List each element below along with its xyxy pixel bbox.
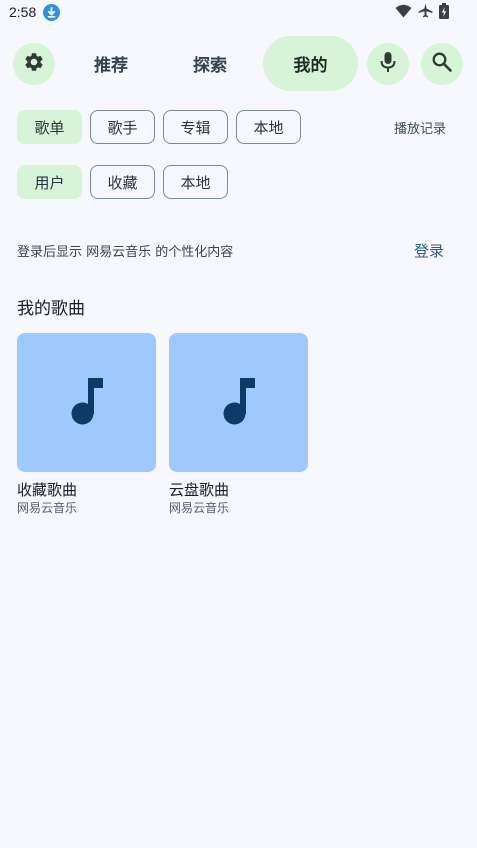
status-bar: 2:58 — [0, 0, 477, 26]
tab-explore[interactable]: 探索 — [168, 36, 252, 91]
airplane-icon — [418, 3, 433, 22]
chip-local-2[interactable]: 本地 — [163, 165, 228, 199]
status-icons — [395, 2, 449, 23]
mic-icon — [378, 51, 398, 77]
chip-playlists[interactable]: 歌单 — [17, 110, 82, 144]
card-title: 云盘歌曲 — [169, 481, 230, 499]
song-card-favorites[interactable]: 收藏歌曲 网易云音乐 — [17, 333, 156, 516]
tab-mine[interactable]: 我的 — [263, 36, 358, 91]
login-button[interactable]: 登录 — [414, 240, 444, 261]
voice-search-button[interactable] — [367, 43, 409, 85]
search-button[interactable] — [421, 43, 463, 85]
card-artwork — [169, 333, 308, 472]
wifi-icon — [395, 3, 412, 22]
tab-recommend[interactable]: 推荐 — [69, 36, 153, 91]
chip-local[interactable]: 本地 — [236, 110, 301, 144]
gear-icon — [23, 51, 45, 77]
song-card-cloud[interactable]: 云盘歌曲 网易云音乐 — [169, 333, 308, 516]
card-artwork — [17, 333, 156, 472]
section-title-my-songs: 我的歌曲 — [17, 299, 85, 319]
chip-users[interactable]: 用户 — [17, 165, 82, 199]
card-title: 收藏歌曲 — [17, 481, 78, 499]
status-time: 2:58 — [9, 4, 37, 20]
login-notice-text: 登录后显示 网易云音乐 的个性化内容 — [17, 245, 234, 260]
card-subtitle: 网易云音乐 — [169, 501, 230, 515]
search-icon — [431, 51, 453, 77]
card-subtitle: 网易云音乐 — [17, 501, 78, 515]
top-navigation: 推荐 探索 我的 — [0, 36, 477, 91]
download-icon — [43, 4, 60, 21]
chip-artists[interactable]: 歌手 — [90, 110, 155, 144]
battery-icon — [439, 2, 449, 23]
chip-albums[interactable]: 专辑 — [163, 110, 228, 144]
music-note-icon — [70, 377, 104, 429]
music-note-icon — [222, 377, 256, 429]
play-history-link[interactable]: 播放记录 — [394, 118, 446, 137]
chip-favorites[interactable]: 收藏 — [90, 165, 155, 199]
settings-button[interactable] — [13, 43, 55, 85]
